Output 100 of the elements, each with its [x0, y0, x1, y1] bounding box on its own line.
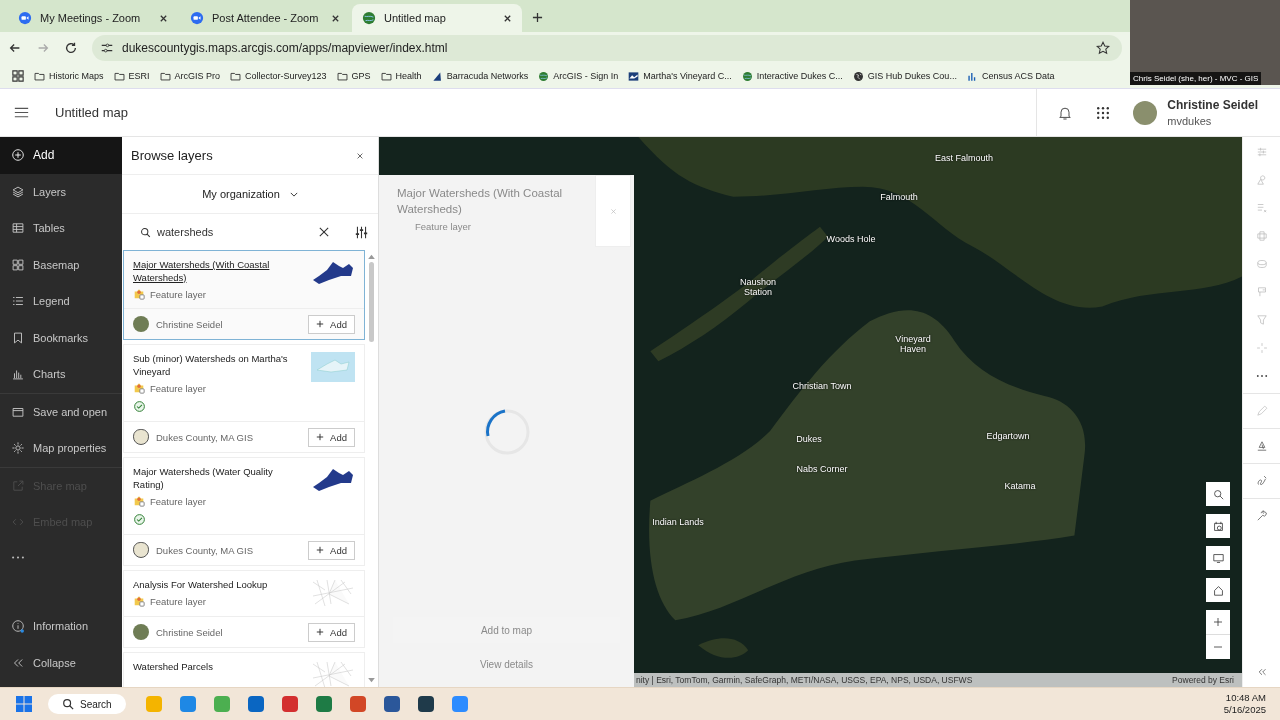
- layer-type: Feature layer: [150, 382, 206, 394]
- place-label: Indian Lands: [652, 517, 704, 527]
- feature-layer-icon: [133, 495, 145, 507]
- nav-item[interactable]: Add: [0, 137, 122, 174]
- add-button[interactable]: Add: [308, 427, 355, 447]
- search-button[interactable]: [1206, 482, 1230, 506]
- taskbar-app-icon[interactable]: [381, 694, 402, 714]
- settings-icon: [11, 441, 25, 456]
- close-icon[interactable]: [356, 151, 364, 160]
- close-icon[interactable]: [159, 13, 168, 23]
- address-bar[interactable]: dukescountygis.maps.arcgis.com/apps/mapviewer/index.html: [92, 35, 1122, 61]
- scope-dropdown[interactable]: My organization: [196, 184, 304, 204]
- layer-title[interactable]: Major Watersheds (With Coastal Watersheds): [133, 258, 305, 284]
- apps-grid-icon[interactable]: [12, 70, 24, 82]
- close-icon[interactable]: [331, 13, 340, 23]
- user-name: Christine Seidel: [1167, 98, 1258, 112]
- bookmark-link[interactable]: Martha's Vineyard C...: [628, 70, 732, 82]
- nav-item[interactable]: Tables: [0, 210, 122, 247]
- folder-icon: [113, 70, 125, 82]
- search-field[interactable]: watersheds: [157, 226, 313, 238]
- bookmark-link[interactable]: Interactive Dukes C...: [741, 70, 843, 82]
- place-label: Falmouth: [880, 192, 918, 202]
- details-type: Feature layer: [414, 221, 472, 232]
- powered-by-text[interactable]: Powered by Esri: [1172, 675, 1234, 685]
- bookmark-link[interactable]: Health: [380, 70, 422, 82]
- browser-tab[interactable]: Post Attendee - Zoom: [180, 4, 350, 32]
- nav-item[interactable]: Legend: [0, 283, 122, 320]
- windows-start-icon[interactable]: [14, 694, 34, 714]
- bookmark-link[interactable]: Collector-Survey123: [230, 70, 327, 82]
- nav-item[interactable]: Bookmarks: [0, 319, 122, 356]
- nav-item[interactable]: Collapse: [0, 644, 122, 681]
- place-label: Vineyard Haven: [894, 334, 932, 354]
- nav-item[interactable]: Map properties: [0, 430, 122, 467]
- clock-date[interactable]: 5/16/2025: [1223, 704, 1266, 716]
- back-icon[interactable]: [8, 41, 22, 55]
- zoom-out-button[interactable]: [1206, 635, 1230, 659]
- bookmark-link[interactable]: Census ACS Data: [966, 70, 1055, 82]
- reload-icon[interactable]: [64, 41, 78, 55]
- bar-chart-icon: [966, 70, 978, 82]
- bookmark-link[interactable]: Barracuda Networks: [431, 70, 529, 82]
- taskbar-app-icon[interactable]: [415, 694, 436, 714]
- scroll-up-icon[interactable]: [368, 254, 375, 259]
- menu-icon[interactable]: [14, 106, 29, 119]
- app-launcher-icon[interactable]: [1095, 104, 1112, 121]
- plus-icon: [316, 320, 325, 328]
- bookmark-link[interactable]: ArcGIS Pro: [159, 70, 221, 82]
- site-settings-icon[interactable]: [100, 41, 114, 55]
- bookmarks-icon: [11, 330, 25, 345]
- bookmark-link[interactable]: GIS Hub Dukes Cou...: [852, 70, 957, 82]
- layer-card[interactable]: Sub (minor) Watersheds on Martha's Vineyard Feature layer Dukes County, MA GIS Add: [123, 344, 365, 453]
- browser-tab[interactable]: My Meetings - Zoom: [8, 4, 178, 32]
- folder-icon: [34, 70, 45, 82]
- user-avatar[interactable]: [1133, 100, 1158, 125]
- search-icon: [140, 226, 151, 238]
- nav-item[interactable]: Basemap: [0, 246, 122, 283]
- home-button[interactable]: [1206, 578, 1230, 602]
- layer-title[interactable]: Major Watersheds (Water Quality Rating): [133, 465, 305, 491]
- nav-item[interactable]: Information: [0, 608, 122, 645]
- layer-card[interactable]: Major Watersheds (With Coastal Watersheds) Feature layer Christine Seidel Add: [123, 250, 365, 340]
- browser-tab[interactable]: Untitled map: [352, 4, 522, 32]
- bookmark-link[interactable]: ESRI: [113, 70, 150, 82]
- bookmark-link[interactable]: Historic Maps: [34, 70, 104, 82]
- more-icon[interactable]: [11, 554, 25, 560]
- layer-card[interactable]: Watershed Parcels: [123, 652, 365, 687]
- layer-thumbnail: [311, 578, 355, 608]
- layer-title[interactable]: Watershed Parcels: [133, 660, 305, 673]
- add-button[interactable]: Add: [308, 314, 355, 334]
- plus-icon: [316, 546, 325, 554]
- filter-sliders-icon[interactable]: [355, 225, 368, 239]
- taskbar-app-icon[interactable]: [279, 694, 300, 714]
- add-button[interactable]: Add: [308, 622, 355, 642]
- taskbar-app-icon[interactable]: [313, 694, 334, 714]
- owner-avatar: [133, 316, 149, 332]
- zoom-in-button[interactable]: [1206, 610, 1230, 634]
- folder-icon: [230, 70, 242, 82]
- screen-button[interactable]: [1206, 546, 1230, 570]
- bookmark-link[interactable]: GPS: [336, 70, 371, 82]
- nav-item[interactable]: Layers: [0, 173, 122, 210]
- shield-logo-icon: [133, 429, 149, 445]
- layer-title[interactable]: Sub (minor) Watersheds on Martha's Vineyard: [133, 352, 305, 378]
- add-button[interactable]: Add: [308, 540, 355, 560]
- taskbar-search[interactable]: Search: [48, 694, 126, 714]
- close-icon[interactable]: [503, 13, 512, 23]
- shield-logo-icon: [133, 542, 149, 558]
- clock-time[interactable]: 10:48 AM: [1225, 692, 1266, 704]
- new-tab-icon[interactable]: [532, 12, 543, 23]
- layer-card[interactable]: Major Watersheds (Water Quality Rating) Feature layer Dukes County, MA GIS Add: [123, 457, 365, 566]
- scroll-down-icon[interactable]: [368, 678, 375, 683]
- layer-card[interactable]: Analysis For Watershed Lookup Feature layer Christine Seidel Add: [123, 570, 365, 648]
- bookmark-star-icon[interactable]: [1096, 41, 1110, 55]
- feature-layer-icon: [133, 382, 145, 394]
- bookmark-link[interactable]: ArcGIS - Sign In: [538, 70, 619, 82]
- taskbar-app-icon[interactable]: [245, 694, 266, 714]
- layer-title[interactable]: Analysis For Watershed Lookup: [133, 578, 305, 591]
- nav-item[interactable]: Charts: [0, 356, 122, 393]
- clear-icon[interactable]: [319, 227, 329, 237]
- close-icon: [609, 207, 617, 215]
- owner-name: Dukes County, MA GIS: [156, 544, 253, 556]
- owner-name: Christine Seidel: [156, 318, 223, 330]
- forward-icon[interactable]: [36, 41, 50, 55]
